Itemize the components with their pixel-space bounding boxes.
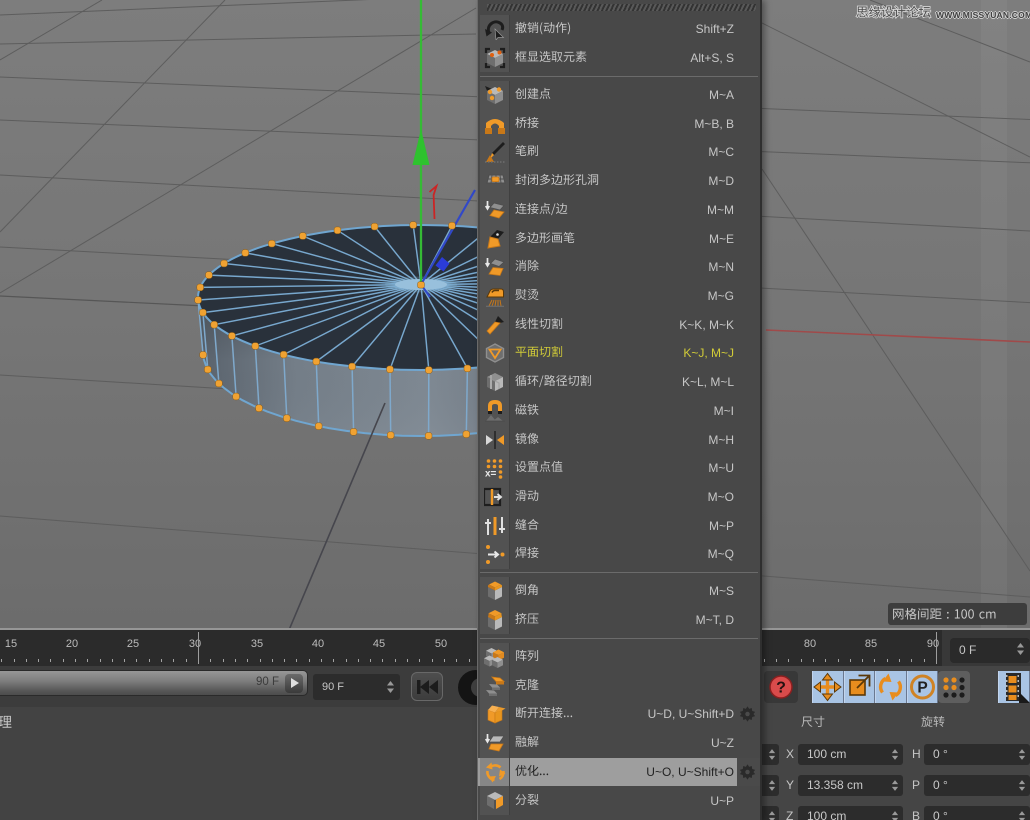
svg-text:?: ?	[776, 680, 786, 697]
svg-text:P: P	[917, 680, 927, 697]
svg-text:x=: x=	[485, 469, 497, 480]
